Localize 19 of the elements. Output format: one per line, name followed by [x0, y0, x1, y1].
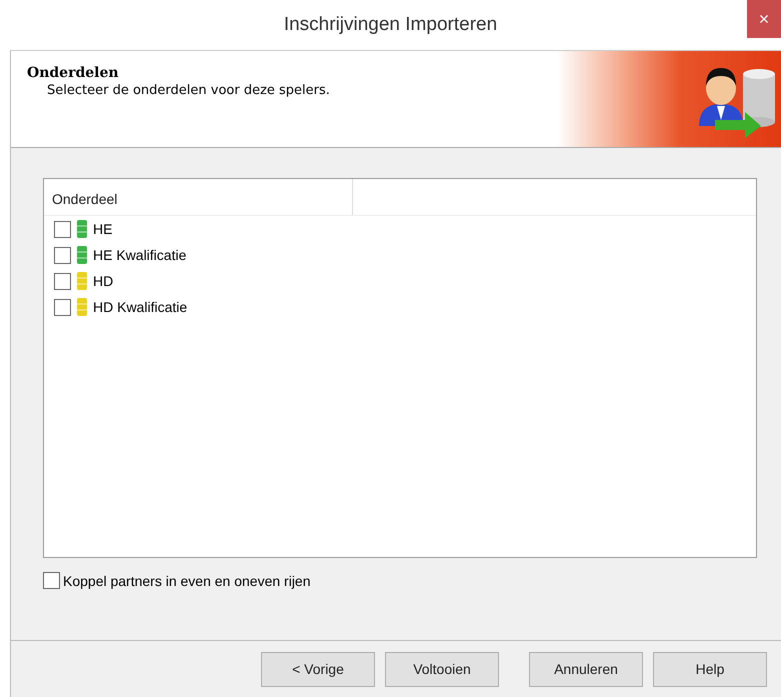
page-title: Onderdelen — [27, 65, 120, 81]
close-button[interactable]: × — [747, 0, 781, 38]
page-subtitle: Selecteer de onderdelen voor deze spelers. — [46, 83, 331, 98]
list-item-label[interactable]: HD — [93, 273, 114, 289]
checkbox[interactable] — [54, 272, 71, 290]
column-header[interactable]: Onderdeel — [44, 179, 353, 215]
dialog-button[interactable]: Help — [653, 652, 767, 686]
checkbox[interactable] — [43, 572, 60, 589]
window-title: Inschrijvingen Importeren — [284, 14, 498, 36]
checkbox[interactable] — [54, 246, 71, 264]
list-item-label[interactable]: HE Kwalificatie — [93, 247, 186, 263]
checkbox[interactable] — [54, 298, 71, 316]
dialog-button[interactable]: < Vorige — [261, 652, 375, 686]
list-item-label[interactable]: HD Kwalificatie — [93, 299, 188, 315]
dialog-button[interactable]: Voltooien — [385, 652, 499, 686]
checkbox-label[interactable]: Koppel partners in even en oneven rijen — [63, 572, 311, 588]
list-item-label[interactable]: HE — [93, 221, 112, 237]
checkbox[interactable] — [54, 220, 71, 238]
dialog-button[interactable]: Annuleren — [529, 652, 643, 686]
